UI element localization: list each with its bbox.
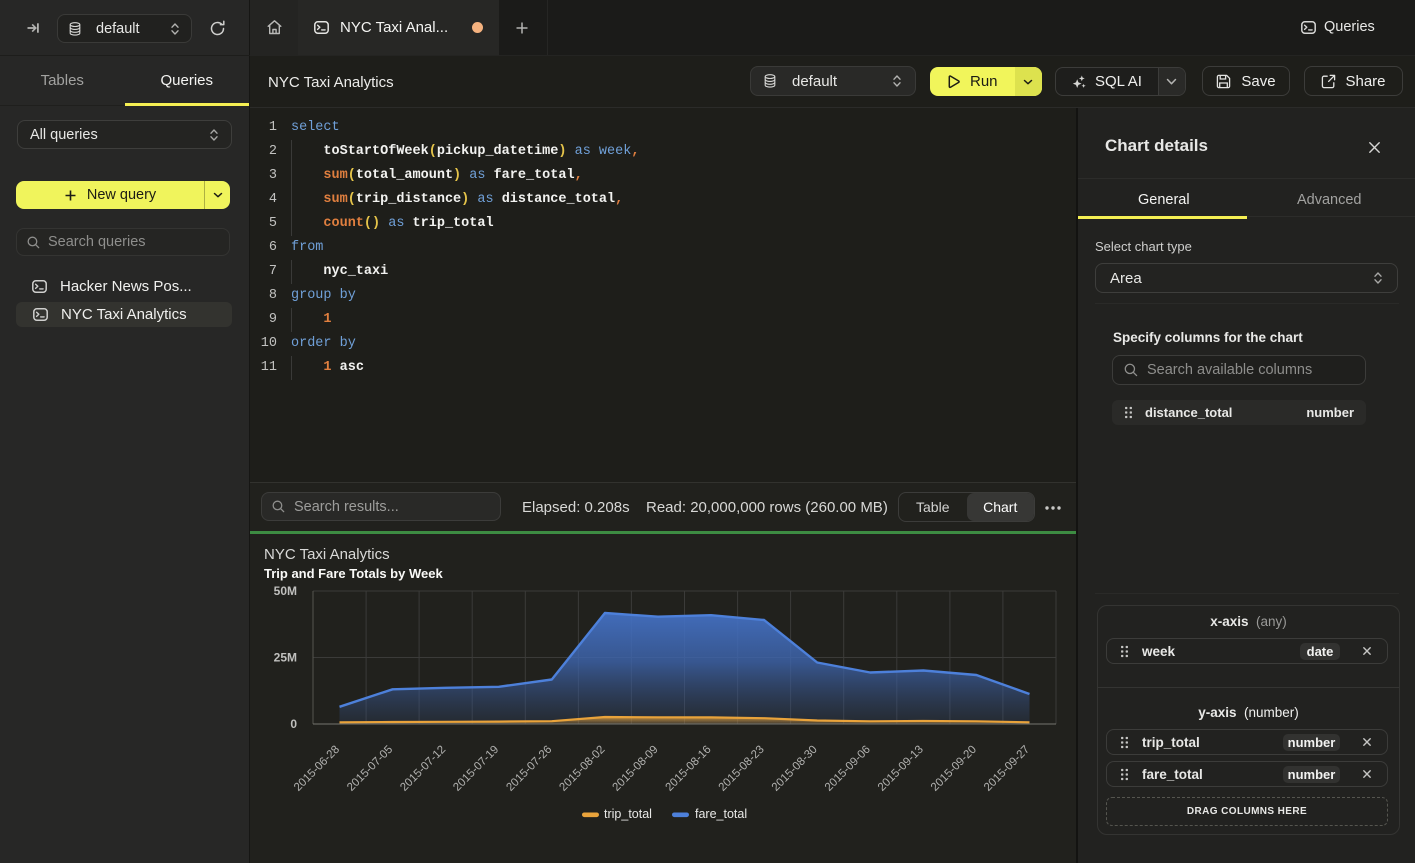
- svg-text:2015-07-19: 2015-07-19: [451, 744, 501, 794]
- svg-text:2015-08-02: 2015-08-02: [557, 744, 607, 794]
- svg-text:2015-09-13: 2015-09-13: [876, 744, 926, 794]
- svg-text:2015-09-20: 2015-09-20: [929, 744, 979, 794]
- svg-text:25M: 25M: [274, 651, 297, 665]
- svg-text:2015-07-05: 2015-07-05: [345, 744, 395, 794]
- svg-text:50M: 50M: [274, 584, 297, 598]
- svg-text:2015-07-26: 2015-07-26: [504, 744, 554, 794]
- svg-text:2015-08-30: 2015-08-30: [770, 744, 820, 794]
- svg-text:2015-08-16: 2015-08-16: [664, 744, 714, 794]
- svg-text:2015-06-28: 2015-06-28: [292, 744, 342, 794]
- svg-text:2015-08-09: 2015-08-09: [611, 744, 661, 794]
- svg-text:2015-09-27: 2015-09-27: [982, 744, 1032, 794]
- svg-text:fare_total: fare_total: [695, 807, 747, 821]
- svg-text:0: 0: [290, 717, 297, 731]
- svg-text:2015-07-12: 2015-07-12: [398, 744, 448, 794]
- svg-text:trip_total: trip_total: [604, 807, 652, 821]
- svg-text:2015-09-06: 2015-09-06: [823, 744, 873, 794]
- svg-text:2015-08-23: 2015-08-23: [717, 744, 767, 794]
